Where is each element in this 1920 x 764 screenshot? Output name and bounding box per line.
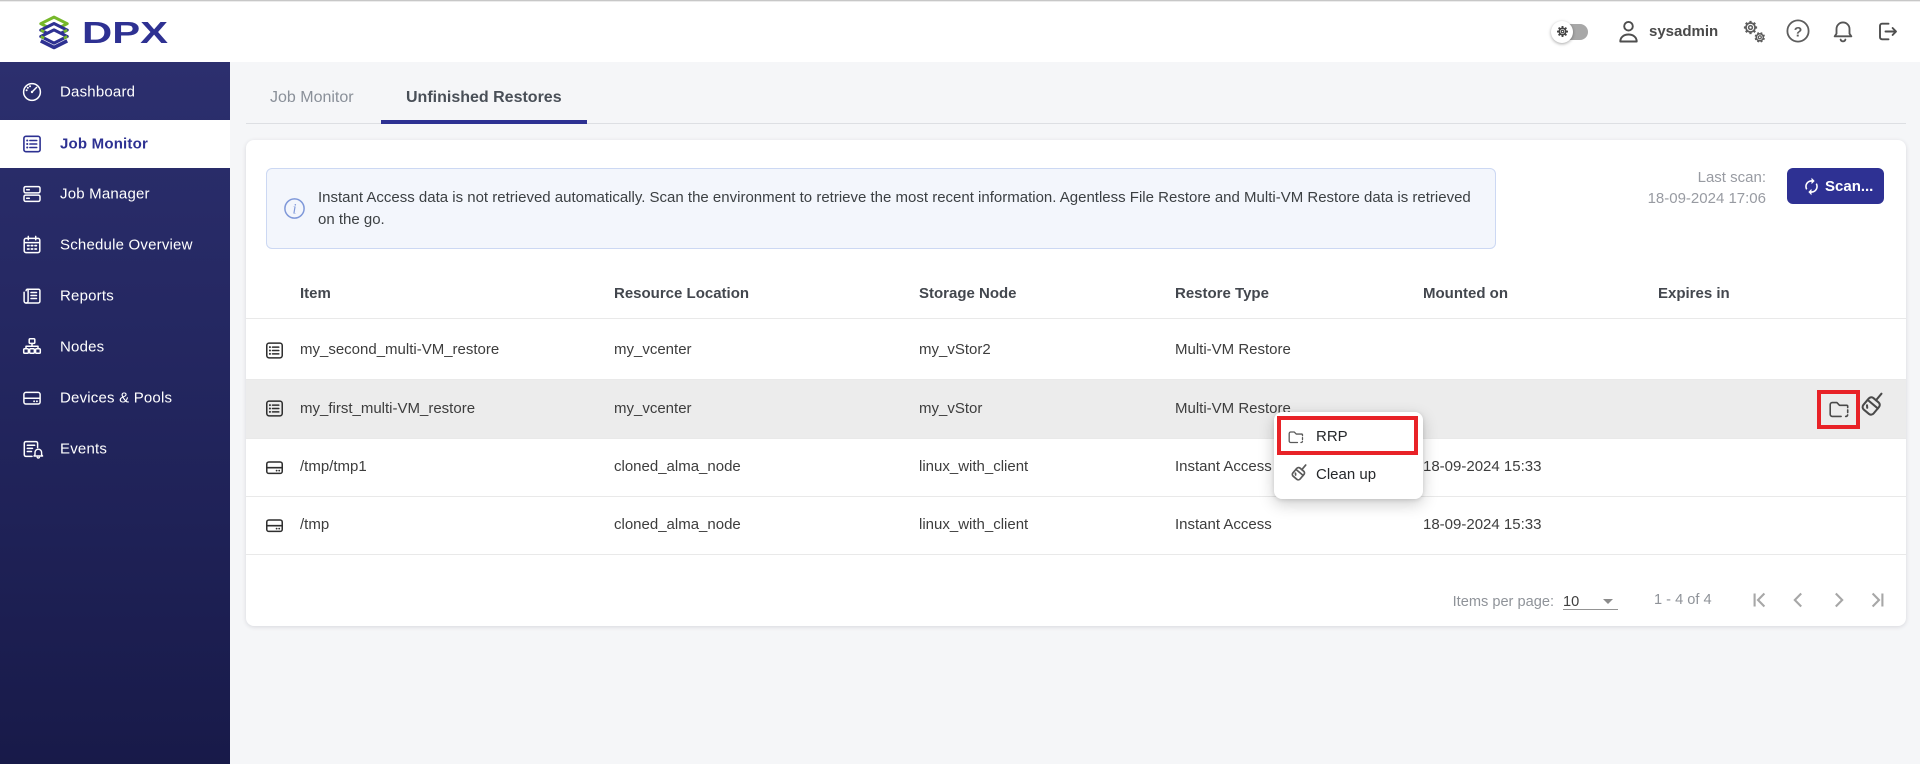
svg-text:i: i [292, 202, 296, 218]
svg-text:?: ? [1794, 23, 1803, 39]
svg-text:DPX: DPX [82, 15, 168, 50]
